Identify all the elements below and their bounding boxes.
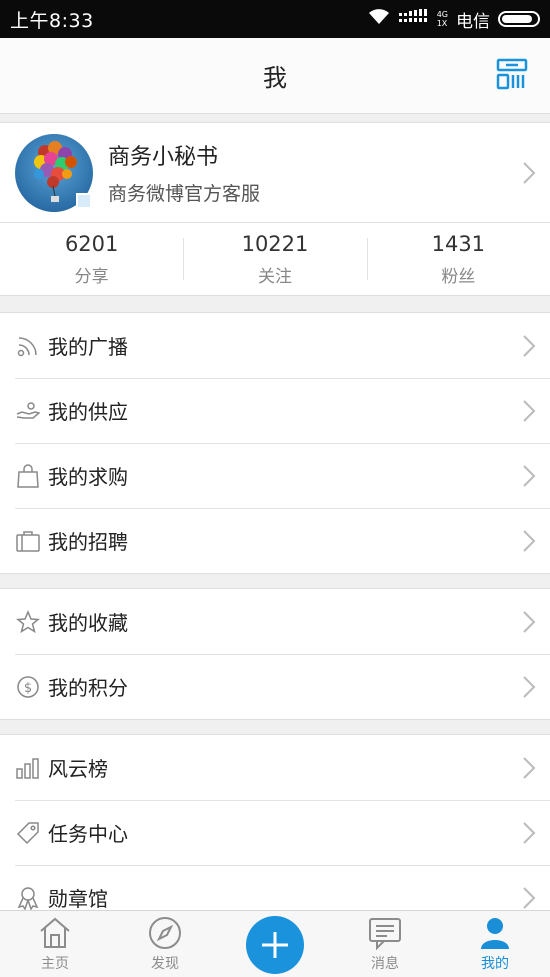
menu-item-label: 风云榜 bbox=[48, 757, 108, 781]
menu-item-label: 我的收藏 bbox=[48, 611, 128, 635]
menu-item-label: 我的招聘 bbox=[48, 530, 128, 554]
stat-value: 6201 bbox=[64, 232, 119, 256]
medal-icon bbox=[15, 885, 41, 911]
menu-item-label: 我的求购 bbox=[48, 465, 128, 489]
star-icon bbox=[15, 609, 41, 635]
tab-label: 消息 bbox=[371, 956, 399, 972]
status-time: 上午8:33 bbox=[10, 9, 94, 32]
menu-item-tasks[interactable]: 任务中心 bbox=[0, 800, 550, 865]
wifi-icon bbox=[367, 8, 391, 31]
stat-value: 1431 bbox=[431, 232, 486, 256]
chevron-right-icon bbox=[523, 821, 536, 844]
battery-icon bbox=[498, 11, 540, 27]
tab-label: 我的 bbox=[481, 956, 509, 972]
menu-item-favorites[interactable]: 我的收藏 bbox=[0, 589, 550, 654]
menu-item-label: 我的积分 bbox=[48, 676, 128, 700]
broadcast-icon bbox=[15, 333, 41, 359]
tab-publish[interactable] bbox=[220, 911, 330, 977]
shopping-bag-icon bbox=[15, 463, 41, 489]
chevron-right-icon bbox=[523, 610, 536, 633]
bottom-tab-bar: 主页 发现 消息 我的 bbox=[0, 910, 550, 977]
stat-label: 粉丝 bbox=[441, 267, 476, 287]
compass-icon bbox=[149, 917, 181, 949]
menu-item-ranking[interactable]: 风云榜 bbox=[0, 735, 550, 800]
stat-label: 分享 bbox=[74, 267, 109, 287]
tab-discover[interactable]: 发现 bbox=[110, 911, 220, 977]
carrier-name: 电信 bbox=[456, 11, 490, 32]
ranking-bars-icon bbox=[15, 755, 41, 781]
chevron-right-icon bbox=[523, 464, 536, 487]
profile-stats: 6201 分享 10221 关注 1431 粉丝 bbox=[0, 223, 550, 296]
stat-shares[interactable]: 6201 分享 bbox=[0, 223, 183, 296]
dollar-coin-icon: $ bbox=[15, 674, 41, 700]
menu-item-broadcast[interactable]: 我的广播 bbox=[0, 313, 550, 378]
qr-code-icon[interactable] bbox=[496, 58, 528, 90]
profile-name: 商务小秘书 bbox=[108, 145, 219, 170]
user-icon bbox=[481, 918, 509, 949]
tab-label: 发现 bbox=[151, 956, 179, 972]
menu-item-points[interactable]: $ 我的积分 bbox=[0, 654, 550, 719]
tab-messages[interactable]: 消息 bbox=[330, 911, 440, 977]
menu-item-supply[interactable]: 我的供应 bbox=[0, 378, 550, 443]
supply-hand-icon bbox=[15, 398, 41, 424]
menu-group-favorites: 我的收藏 $ 我的积分 bbox=[0, 588, 550, 720]
chevron-right-icon bbox=[523, 529, 536, 552]
add-post-button[interactable] bbox=[246, 916, 304, 974]
page-title: 我 bbox=[263, 64, 287, 92]
menu-item-label: 任务中心 bbox=[48, 822, 128, 846]
profile-header[interactable]: 商务小秘书 商务微博官方客服 bbox=[0, 123, 550, 223]
tag-icon bbox=[15, 820, 41, 846]
chevron-right-icon bbox=[523, 675, 536, 698]
signal-icon bbox=[398, 8, 429, 30]
chevron-right-icon bbox=[523, 886, 536, 909]
status-bar: 上午8:33 4G 1X 电信 bbox=[0, 0, 550, 38]
menu-item-label: 我的广播 bbox=[48, 335, 128, 359]
briefcase-icon bbox=[15, 528, 41, 554]
home-icon bbox=[40, 917, 70, 948]
verified-badge-icon bbox=[76, 193, 92, 209]
tab-label: 主页 bbox=[41, 956, 69, 972]
profile-card: 商务小秘书 商务微博官方客服 6201 分享 10221 关注 1431 粉丝 bbox=[0, 122, 550, 296]
network-type: 4G 1X bbox=[436, 10, 448, 28]
menu-item-purchase[interactable]: 我的求购 bbox=[0, 443, 550, 508]
stat-following[interactable]: 10221 关注 bbox=[183, 223, 366, 296]
title-bar: 我 bbox=[0, 38, 550, 114]
svg-text:$: $ bbox=[24, 681, 32, 696]
plus-icon bbox=[262, 932, 288, 958]
menu-item-recruit[interactable]: 我的招聘 bbox=[0, 508, 550, 573]
menu-group-posts: 我的广播 我的供应 我的求购 我的招聘 bbox=[0, 312, 550, 574]
stat-label: 关注 bbox=[257, 267, 292, 287]
chevron-right-icon bbox=[523, 399, 536, 422]
tab-home[interactable]: 主页 bbox=[0, 911, 110, 977]
menu-item-label: 我的供应 bbox=[48, 400, 128, 424]
tab-me[interactable]: 我的 bbox=[440, 911, 550, 977]
chevron-right-icon bbox=[523, 756, 536, 779]
chevron-right-icon bbox=[523, 161, 536, 184]
stat-followers[interactable]: 1431 粉丝 bbox=[366, 223, 550, 296]
chevron-right-icon bbox=[523, 334, 536, 357]
menu-item-label: 勋章馆 bbox=[48, 887, 108, 911]
message-icon bbox=[369, 918, 401, 951]
stat-value: 10221 bbox=[241, 232, 309, 256]
menu-group-more: 风云榜 任务中心 勋章馆 bbox=[0, 734, 550, 931]
profile-description: 商务微博官方客服 bbox=[108, 183, 261, 205]
